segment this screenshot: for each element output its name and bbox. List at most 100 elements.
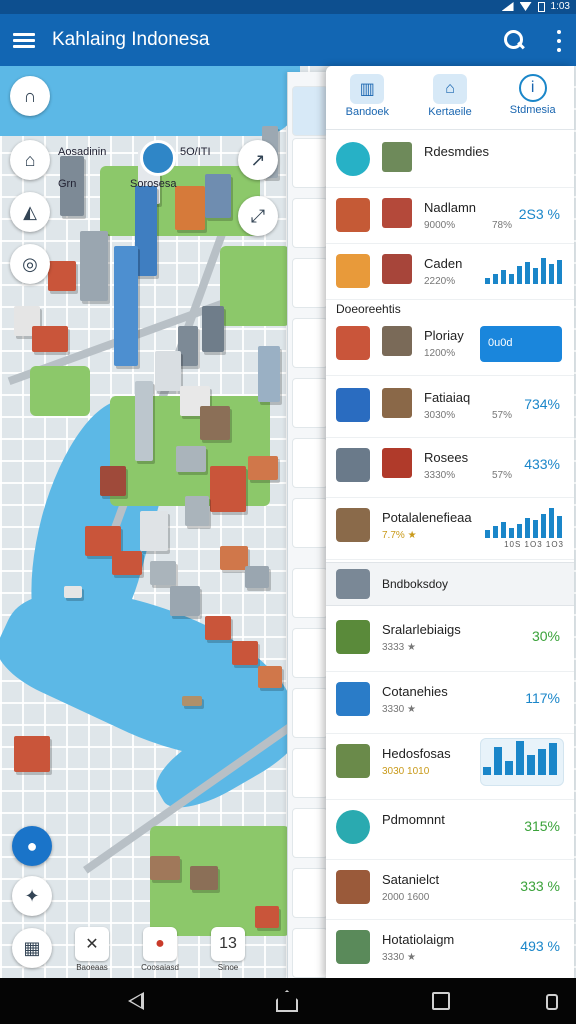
secondary-panel (287, 72, 328, 978)
hospital-icon (336, 744, 370, 778)
park-icon (336, 620, 370, 654)
recent-apps-icon[interactable] (432, 992, 450, 1010)
place-icon (382, 448, 412, 478)
item-icon[interactable] (292, 628, 328, 678)
item-rating: 7.7% ★ (382, 530, 417, 541)
item-sub: 57% (492, 410, 513, 421)
more-options-icon[interactable] (556, 30, 562, 52)
list-item[interactable]: Nadlamn 9000% 78% 2S3 % (326, 188, 574, 244)
place-icon (382, 142, 412, 172)
panel-tab-icon[interactable] (292, 86, 328, 136)
back-icon[interactable] (128, 992, 144, 1010)
system-nav-bar (0, 978, 576, 1024)
location-icon[interactable]: ◎ (10, 244, 50, 284)
signal-icon (501, 2, 514, 11)
compass-icon[interactable]: ∩ (10, 76, 50, 116)
list-item[interactable]: Caden 2220% (326, 244, 574, 300)
item-sub: 1200% (424, 348, 456, 359)
item-sub: 57% (492, 470, 513, 481)
place-icon (382, 388, 412, 418)
expand-icon[interactable]: ⤢ (238, 196, 278, 236)
section-title: Doeoreehtis (336, 302, 401, 316)
action-button[interactable]: 0u0d (480, 326, 562, 362)
item-name: Satanielct (382, 872, 440, 887)
list-item[interactable]: Rosees 3330% 57% 433% (326, 438, 574, 498)
list-item[interactable]: Hedosfosas 3030 1010 (326, 734, 574, 800)
map-mode-icon[interactable]: ▦ (12, 928, 52, 968)
landmark-icon[interactable]: ⌂ (10, 140, 50, 180)
food-icon (336, 254, 370, 288)
alert-icon: ● (143, 927, 177, 961)
item-icon[interactable] (292, 258, 328, 308)
list-item[interactable]: Sralarlebiaigs 3333 ★ 30% (326, 610, 574, 672)
route-icon[interactable]: ↗ (238, 140, 278, 180)
item-icon[interactable] (292, 808, 328, 858)
shop-icon (336, 198, 370, 232)
list-item[interactable]: Pdmomnnt 315% (326, 800, 574, 860)
my-location-icon[interactable]: ● (12, 826, 52, 866)
tab-bandoek[interactable]: ▥ Bandoek (326, 66, 409, 129)
app-title: Kahlaing Indonesa (52, 29, 210, 50)
item-name: Rdesmdies (424, 144, 490, 159)
item-icon[interactable] (292, 568, 328, 618)
item-sub: 78% (492, 220, 513, 231)
tools-icon (336, 448, 370, 482)
home-icon[interactable] (276, 990, 298, 1012)
section-header: Bndboksdoy (326, 562, 574, 606)
item-icon[interactable] (292, 198, 328, 248)
check-icon[interactable] (292, 138, 328, 188)
item-name: Hotatiolaigm (382, 932, 455, 947)
menu-icon[interactable] (12, 28, 36, 52)
item-icon[interactable] (292, 748, 328, 798)
list-item[interactable]: Potalalenefieaa 7.7% ★ 10S 1O3 1O3 (326, 498, 574, 560)
list-item[interactable]: Satanielct 2000 1600 333 % (326, 860, 574, 920)
map-tools: ✕ Baoeaas ● Coosaiasd 13 Sinoe (72, 927, 248, 972)
item-icon[interactable] (292, 498, 328, 548)
book-icon (336, 930, 370, 964)
list-item[interactable]: Cotanehies 3330 ★ 117% (326, 672, 574, 734)
medical-icon (336, 810, 370, 844)
tab-label: Bandoek (345, 106, 390, 118)
tab-label: Stdmesia (509, 104, 556, 116)
list-item[interactable]: Hotatiolaigm 3330 ★ 493 % (326, 920, 574, 978)
item-name: Nadlamn (424, 200, 477, 215)
item-icon[interactable] (292, 378, 328, 428)
tool-item[interactable]: ✕ Baoeaas (72, 927, 112, 972)
item-icon[interactable] (292, 688, 328, 738)
item-sub: 3330 ★ (382, 952, 416, 963)
place-icon (382, 326, 412, 356)
list-item[interactable]: Rdesmdies (326, 132, 574, 188)
tools-icon: ✕ (75, 927, 109, 961)
bus-icon (336, 569, 370, 599)
shield-icon (336, 682, 370, 716)
item-icon[interactable] (292, 928, 328, 978)
accessibility-icon[interactable] (546, 994, 558, 1010)
item-value: 333 % (520, 878, 560, 894)
tool-label: Sinoe (217, 963, 239, 972)
battery-icon (537, 1, 545, 12)
trend-chart (485, 508, 562, 538)
item-sub: 2000 1600 (382, 892, 430, 903)
tab-kertaeile[interactable]: ⌂ Kertaeile (409, 66, 492, 129)
layers-icon[interactable]: ◭ (10, 192, 50, 232)
item-sub: 2220% (424, 276, 456, 287)
list-item[interactable]: Ploriay 1200% 0u0d (326, 316, 574, 376)
tool-item[interactable]: ● Coosaiasd (140, 927, 180, 972)
info-label: Aosadinin (58, 146, 107, 158)
search-icon[interactable] (502, 28, 526, 52)
item-value: 433% (524, 456, 560, 472)
trend-chart (485, 254, 562, 284)
item-icon[interactable] (292, 438, 328, 488)
item-name: Cotanehies (382, 684, 448, 699)
list-item[interactable]: Fatiaiaq 3030% 57% 734% (326, 378, 574, 438)
navigate-icon[interactable]: ✦ (12, 876, 52, 916)
item-icon[interactable] (292, 318, 328, 368)
status-time: 1:03 (550, 1, 570, 12)
panel-tabs: ▥ Bandoek ⌂ Kertaeile i Stdmesia (326, 66, 574, 130)
item-value: 2S3 % (518, 206, 560, 222)
item-icon[interactable] (292, 868, 328, 918)
tool-item[interactable]: 13 Sinoe (208, 927, 248, 972)
place-icon (382, 254, 412, 284)
section-title: Bndboksdoy (382, 577, 449, 591)
tab-stdmesia[interactable]: i Stdmesia (491, 66, 574, 129)
